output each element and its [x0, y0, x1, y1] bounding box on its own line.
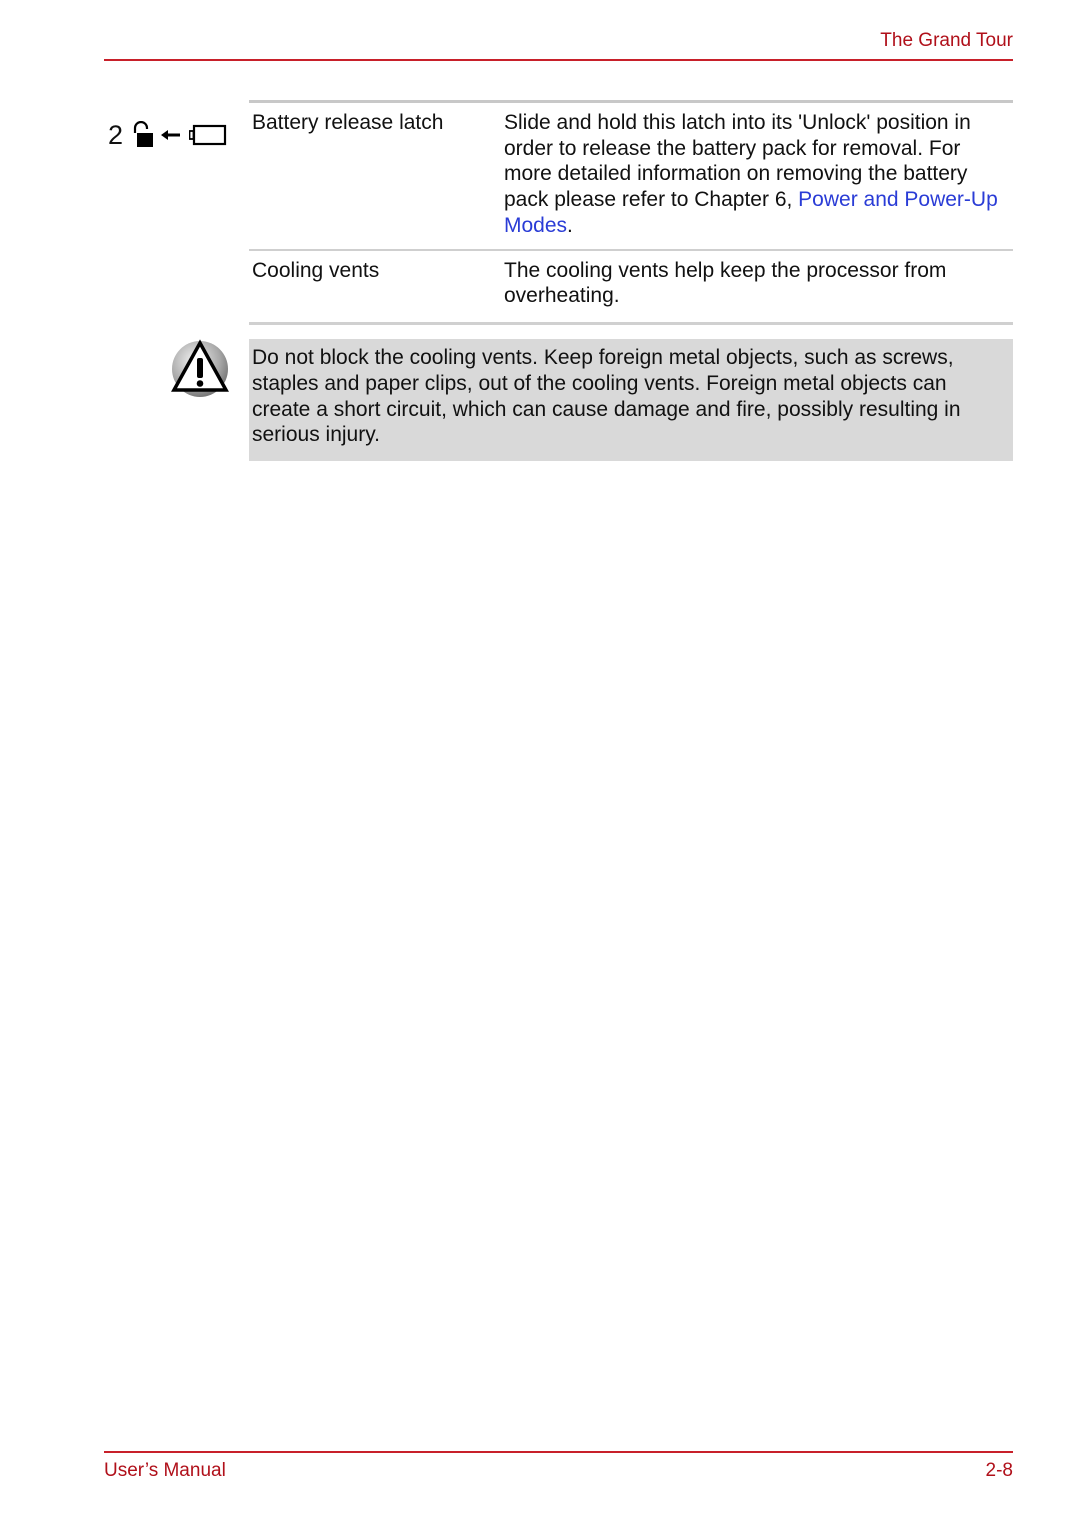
description: Slide and hold this latch into its 'Unlo… — [504, 110, 1009, 239]
table-bottom-rule — [249, 321, 1013, 325]
description: The cooling vents help keep the processo… — [504, 258, 947, 308]
component-table: Battery release latch Slide and hold thi… — [249, 100, 1013, 325]
table-row: Cooling vents The cooling vents help kee… — [249, 251, 1013, 322]
arrow-left-icon — [161, 130, 181, 140]
battery-icon — [189, 124, 227, 146]
battery-latch-icon-group: 2 — [108, 118, 227, 152]
footer-manual-title: User’s Manual — [104, 1460, 226, 1481]
page-number: 2-8 — [985, 1460, 1013, 1481]
table-row: Battery release latch Slide and hold thi… — [249, 103, 1013, 249]
footer-divider — [104, 1451, 1013, 1453]
unlock-icon — [133, 121, 154, 147]
description-trailing: . — [567, 213, 573, 237]
index-label: 2 — [108, 119, 124, 150]
header-divider — [104, 59, 1013, 61]
warning-icon — [171, 339, 229, 397]
term-battery-release-latch: Battery release latch — [252, 111, 444, 134]
section-title: The Grand Tour — [880, 30, 1013, 51]
term-cooling-vents: Cooling vents — [252, 258, 380, 282]
warning-note: Do not block the cooling vents. Keep for… — [249, 339, 1013, 461]
